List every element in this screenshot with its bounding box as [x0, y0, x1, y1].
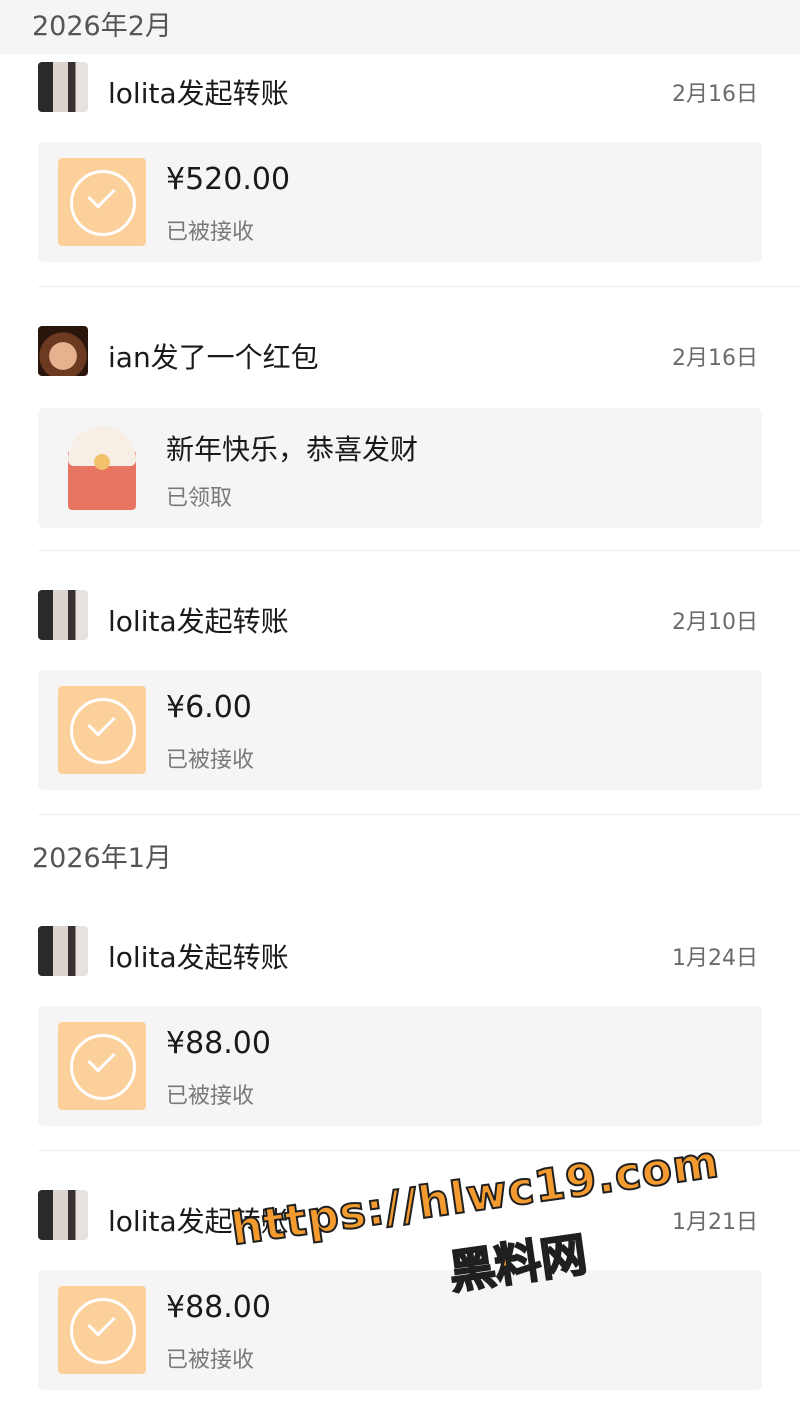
red-packet-message: 新年快乐，恭喜发财: [166, 433, 419, 466]
month-header: 2026年2月: [0, 0, 800, 54]
red-packet-card[interactable]: 新年快乐，恭喜发财 已领取: [38, 408, 762, 528]
avatar: [38, 926, 88, 976]
transaction-item[interactable]: lolita发起转账 2月10日 ¥6.00 已被接收: [0, 582, 800, 814]
transfer-amount: ¥520.00: [166, 162, 291, 197]
transaction-item[interactable]: lolita发起转账 2月16日 ¥520.00 已被接收: [0, 54, 800, 286]
transfer-status: 已被接收: [166, 220, 255, 245]
divider: [38, 814, 800, 815]
avatar: [38, 590, 88, 640]
divider: [38, 286, 800, 287]
check-circle-icon: [58, 686, 146, 774]
transfer-status: 已被接收: [166, 1084, 255, 1109]
transfer-amount: ¥88.00: [166, 1026, 271, 1061]
divider: [38, 550, 800, 551]
transfer-card[interactable]: ¥520.00 已被接收: [38, 142, 762, 262]
date-label: 1月24日: [672, 946, 758, 971]
sender-label: lolita发起转账: [108, 77, 289, 110]
check-circle-icon: [58, 158, 146, 246]
transfer-status: 已被接收: [166, 1348, 255, 1373]
transfer-card[interactable]: ¥88.00 已被接收: [38, 1006, 762, 1126]
avatar: [38, 62, 88, 112]
date-label: 2月10日: [672, 610, 758, 635]
date-label: 2月16日: [672, 346, 758, 371]
transaction-item[interactable]: lolita发起转账 1月24日 ¥88.00 已被接收: [0, 918, 800, 1150]
watermark-text: 黑料网: [445, 1226, 591, 1301]
transfer-card[interactable]: ¥6.00 已被接收: [38, 670, 762, 790]
check-circle-icon: [58, 1286, 146, 1374]
check-circle-icon: [58, 1022, 146, 1110]
sender-label: lolita发起转账: [108, 605, 289, 638]
transaction-item[interactable]: ian发了一个红包 2月16日 新年快乐，恭喜发财 已领取: [0, 318, 800, 550]
transfer-status: 已被接收: [166, 748, 255, 773]
avatar: [38, 1190, 88, 1240]
transfer-amount: ¥6.00: [166, 690, 252, 725]
red-packet-status: 已领取: [166, 486, 233, 511]
avatar: [38, 326, 88, 376]
month-header: 2026年1月: [0, 832, 800, 886]
sender-label: ian发了一个红包: [108, 341, 319, 374]
red-envelope-icon: [68, 426, 136, 510]
sender-label: lolita发起转账: [108, 941, 289, 974]
date-label: 2月16日: [672, 82, 758, 107]
